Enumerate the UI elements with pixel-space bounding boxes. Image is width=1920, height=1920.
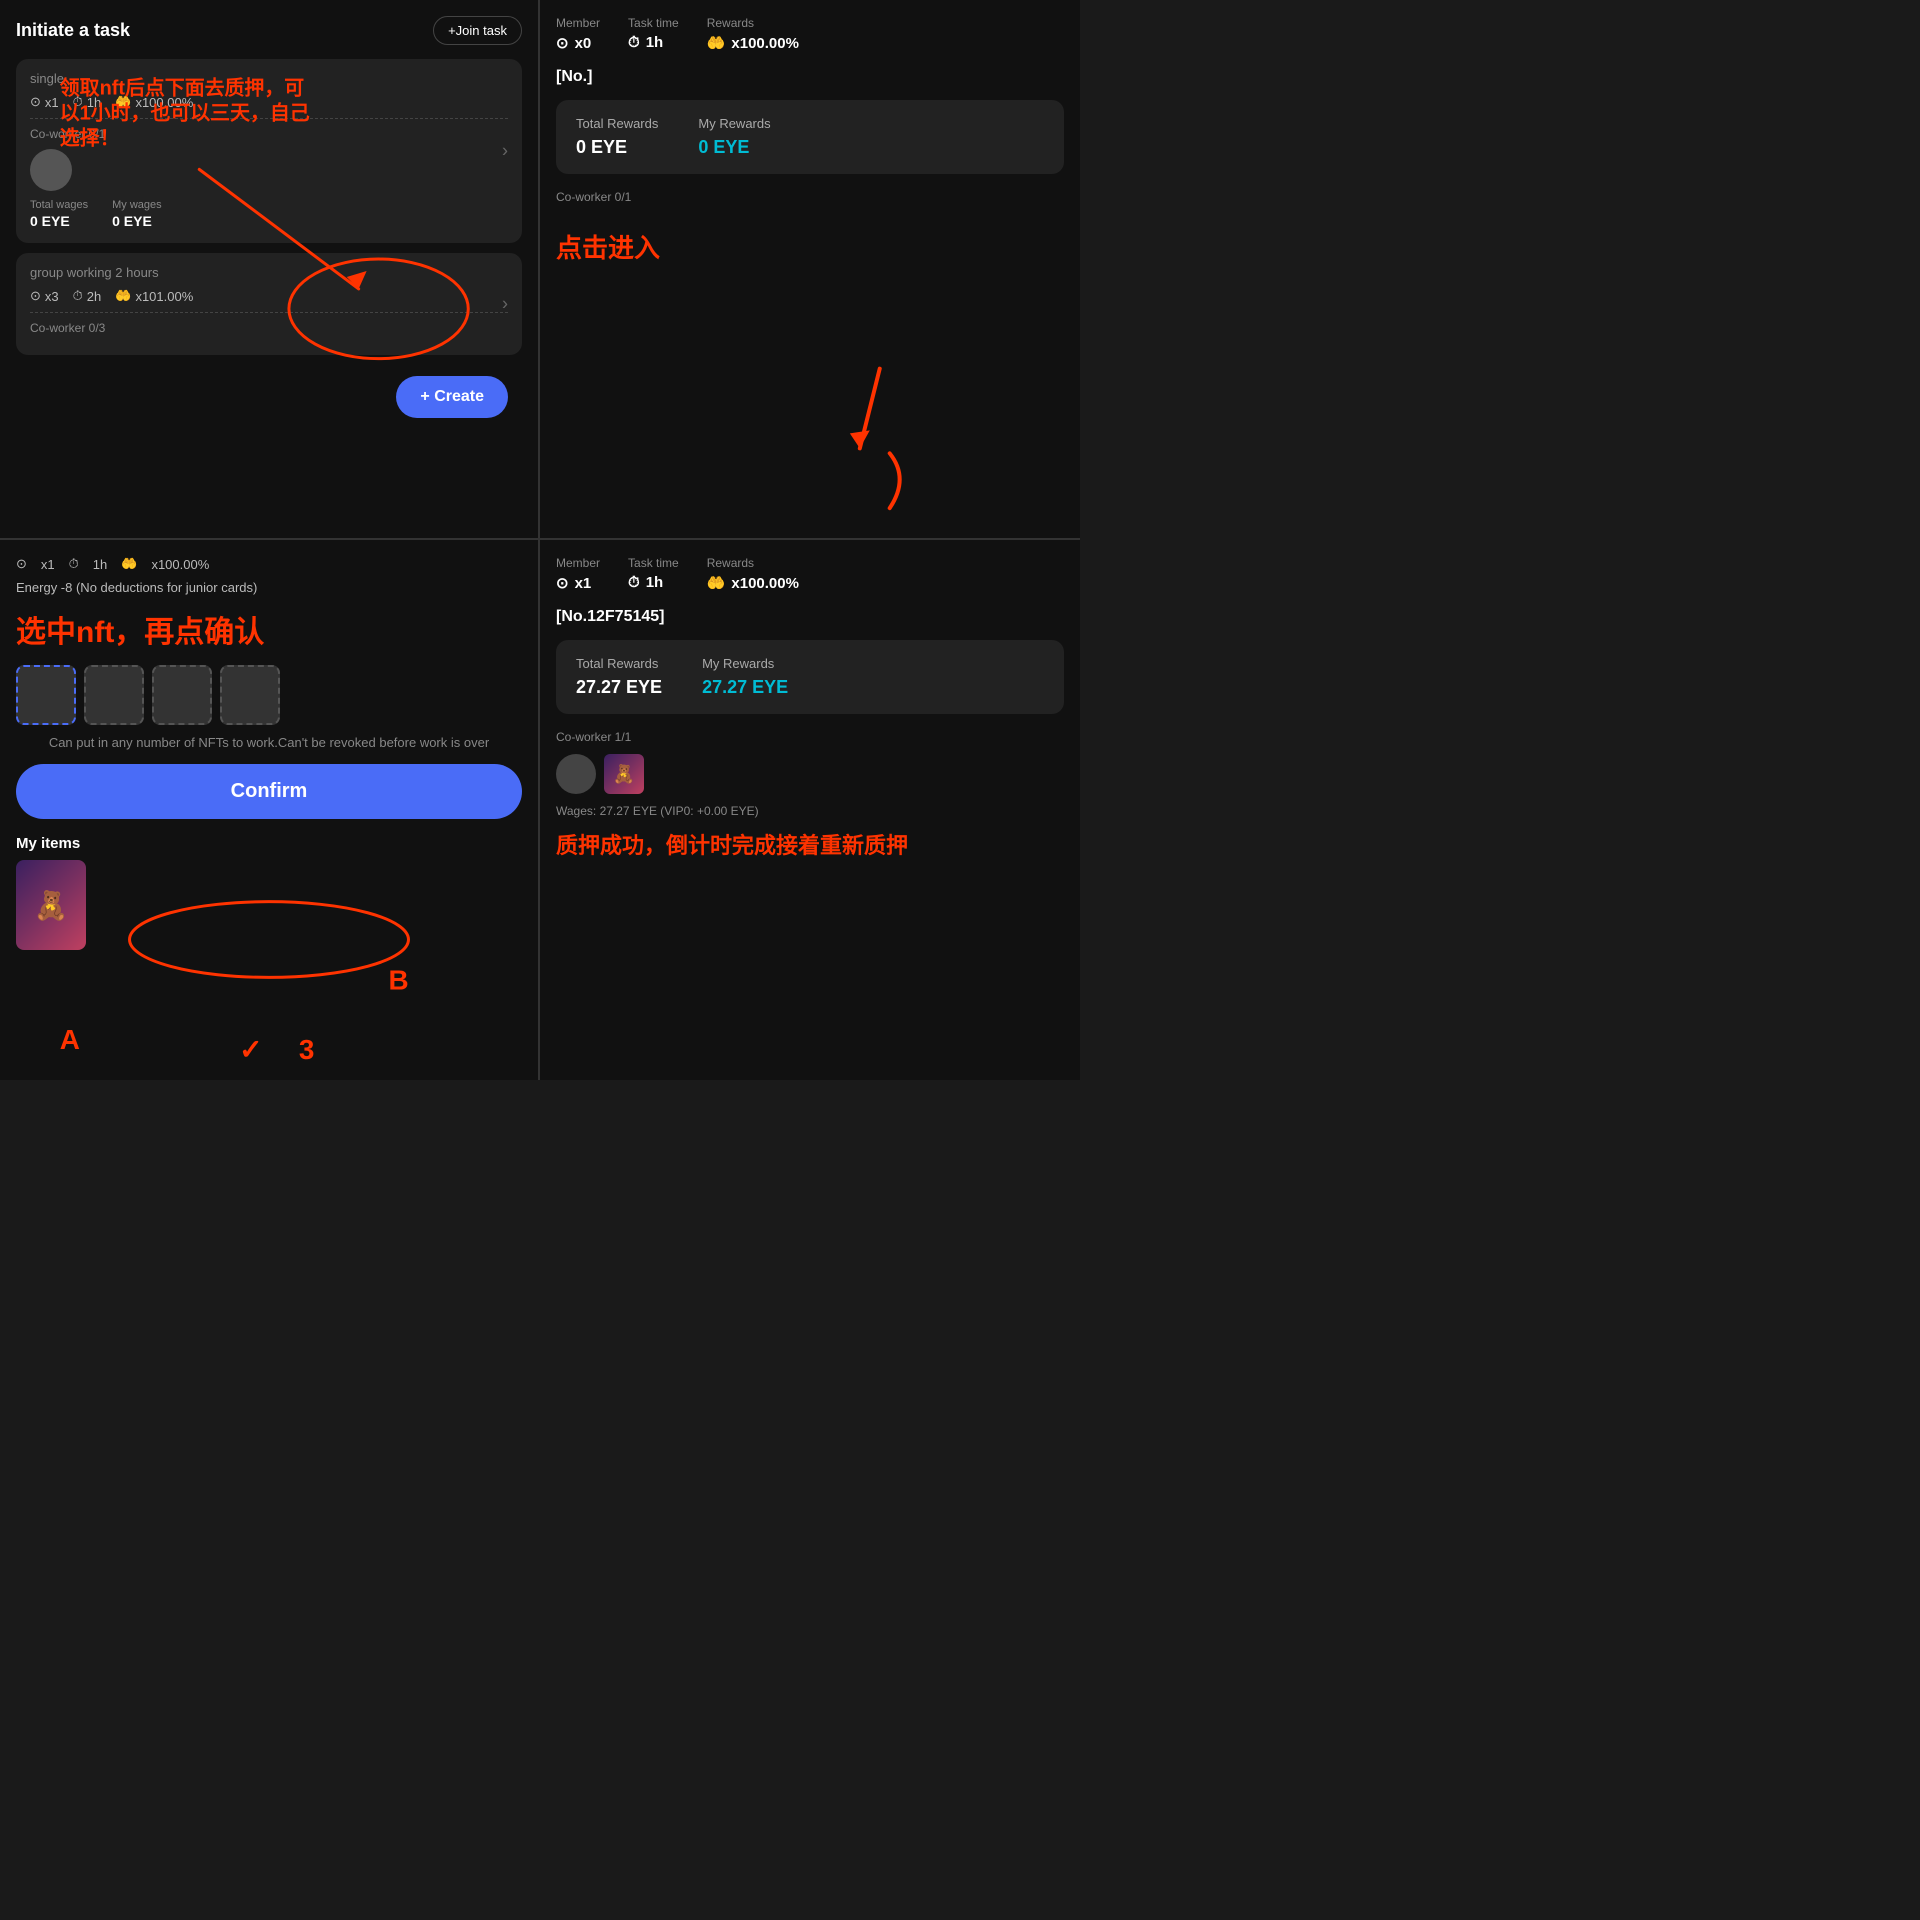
card2-coworker: Co-worker 0/3 [30, 321, 508, 335]
tr-total-rewards-col: Total Rewards 0 EYE [576, 116, 658, 158]
br-rewards-stat: Rewards 🤲 x100.00% [707, 556, 799, 592]
person-icon: ⊙ [30, 94, 41, 110]
confirm-button[interactable]: Confirm [16, 764, 522, 819]
br-rewards-icon: 🤲 [707, 574, 726, 592]
top-left-panel: Initiate a task +Join task single ⊙ x1 ⏱… [0, 0, 540, 540]
br-coworker-avatars: 🧸 [556, 754, 1064, 794]
tl-title: Initiate a task [16, 20, 130, 41]
tr-tasktime-stat: Task time ⏱ 1h [628, 16, 679, 52]
card1-avatar [30, 149, 72, 191]
card1-meta: ⊙ x1 ⏱ 1h 🤲 x100.00% [30, 94, 508, 110]
join-task-button[interactable]: +Join task [433, 16, 522, 45]
task-card-2[interactable]: group working 2 hours ⊙ x3 ⏱ 2h 🤲 x101.0… [16, 253, 522, 355]
tr-my-rewards-col: My Rewards 0 EYE [698, 116, 770, 158]
br-wages-text: Wages: 27.27 EYE (VIP0: +0.00 EYE) [556, 804, 1064, 818]
card2-member: ⊙ x3 [30, 288, 59, 304]
tr-task-id: [No.] [556, 68, 1064, 86]
br-coworker: Co-worker 1/1 [556, 730, 1064, 744]
clock-icon: ⏱ [73, 94, 83, 110]
nft-slot-3[interactable] [152, 665, 212, 725]
bl-nft-grid [16, 665, 522, 725]
card1-divider [30, 118, 508, 119]
top-right-panel: Member ⊙ x0 Task time ⏱ 1h Rewards [540, 0, 1080, 540]
bottom-left-panel: ⊙ x1 ⏱ 1h 🤲 x100.00% Energy -8 (No deduc… [0, 540, 540, 1080]
card1-title: single [30, 71, 508, 86]
tasktime-icon: ⏱ [628, 34, 640, 51]
br-clock-icon: ⏱ [628, 574, 640, 591]
br-tasktime-stat: Task time ⏱ 1h [628, 556, 679, 592]
br-success-annotation: 质押成功，倒计时完成接着重新质押 [556, 828, 1064, 860]
br-total-rewards-value: 27.27 EYE [576, 677, 662, 698]
bl-cant-revoke-text: Can put in any number of NFTs to work.Ca… [16, 735, 522, 750]
nft-slot-2[interactable] [84, 665, 144, 725]
br-my-rewards-col: My Rewards 27.27 EYE [702, 656, 788, 698]
bl-annotation1: 选中nft，再点确认 [16, 607, 522, 651]
bottom-right-panel: Member ⊙ x1 Task time ⏱ 1h Rewards [540, 540, 1080, 1080]
tr-stats-row: Member ⊙ x0 Task time ⏱ 1h Rewards [556, 16, 1064, 52]
nft-item-1-art: 🧸 [16, 860, 86, 950]
card1-chevron: › [502, 141, 508, 162]
card1-wages-row: Total wages 0 EYE My wages 0 EYE [30, 199, 508, 231]
bl-hand-icon: 🤲 [121, 556, 137, 572]
br-my-rewards-value: 27.27 EYE [702, 677, 788, 698]
card2-time: ⏱ 2h [73, 288, 102, 304]
br-task-id: [No.12F75145] [556, 608, 1064, 626]
card2-title: group working 2 hours [30, 265, 508, 280]
tr-rewards-card: Total Rewards 0 EYE My Rewards 0 EYE [556, 100, 1064, 174]
clock-icon-2: ⏱ [73, 288, 83, 304]
hand-icon: 🤲 [115, 94, 131, 110]
bl-person-icon: ⊙ [16, 556, 27, 572]
card2-divider [30, 312, 508, 313]
card1-my-wages: My wages 0 EYE [112, 199, 162, 231]
nft-slot-1[interactable] [16, 665, 76, 725]
card2-meta: ⊙ x3 ⏱ 2h 🤲 x101.00% [30, 288, 508, 304]
nft-slot-4[interactable] [220, 665, 280, 725]
br-total-rewards-col: Total Rewards 27.27 EYE [576, 656, 662, 698]
rewards-icon: 🤲 [707, 34, 726, 52]
tr-annotation-text: 点击进入 [556, 228, 1064, 265]
card1-total-wages: Total wages 0 EYE [30, 199, 88, 231]
tr-member-stat: Member ⊙ x0 [556, 16, 600, 52]
tl-header: Initiate a task +Join task [16, 16, 522, 45]
card2-reward: 🤲 x101.00% [115, 288, 193, 304]
bl-energy-text: Energy -8 (No deductions for junior card… [16, 580, 522, 595]
member-icon: ⊙ [556, 34, 569, 52]
card2-chevron: › [502, 294, 508, 315]
br-avatar-empty [556, 754, 596, 794]
bl-meta: ⊙ x1 ⏱ 1h 🤲 x100.00% [16, 556, 522, 572]
card1-member: ⊙ x1 [30, 94, 59, 110]
card1-time: ⏱ 1h [73, 94, 102, 110]
card1-reward: 🤲 x100.00% [115, 94, 193, 110]
card1-coworker: Co-worker 0/1 [30, 127, 508, 141]
create-button[interactable]: + Create [396, 376, 508, 418]
task-card-1[interactable]: single ⊙ x1 ⏱ 1h 🤲 x100.00% [16, 59, 522, 243]
hand-icon-2: 🤲 [115, 288, 131, 304]
person-icon-2: ⊙ [30, 288, 41, 304]
tr-total-rewards-value: 0 EYE [576, 137, 658, 158]
br-member-icon: ⊙ [556, 574, 569, 592]
br-stats-row: Member ⊙ x1 Task time ⏱ 1h Rewards [556, 556, 1064, 592]
br-rewards-card: Total Rewards 27.27 EYE My Rewards 27.27… [556, 640, 1064, 714]
br-member-stat: Member ⊙ x1 [556, 556, 600, 592]
br-avatar-nft: 🧸 [604, 754, 644, 794]
tr-rewards-stat: Rewards 🤲 x100.00% [707, 16, 799, 52]
bl-items-row: 🧸 [16, 860, 522, 950]
tr-my-rewards-value: 0 EYE [698, 137, 770, 158]
nft-item-1[interactable]: 🧸 [16, 860, 86, 950]
bl-my-items-label: My items [16, 835, 522, 852]
tr-coworker: Co-worker 0/1 [556, 190, 1064, 204]
bl-clock-icon: ⏱ [69, 556, 79, 572]
